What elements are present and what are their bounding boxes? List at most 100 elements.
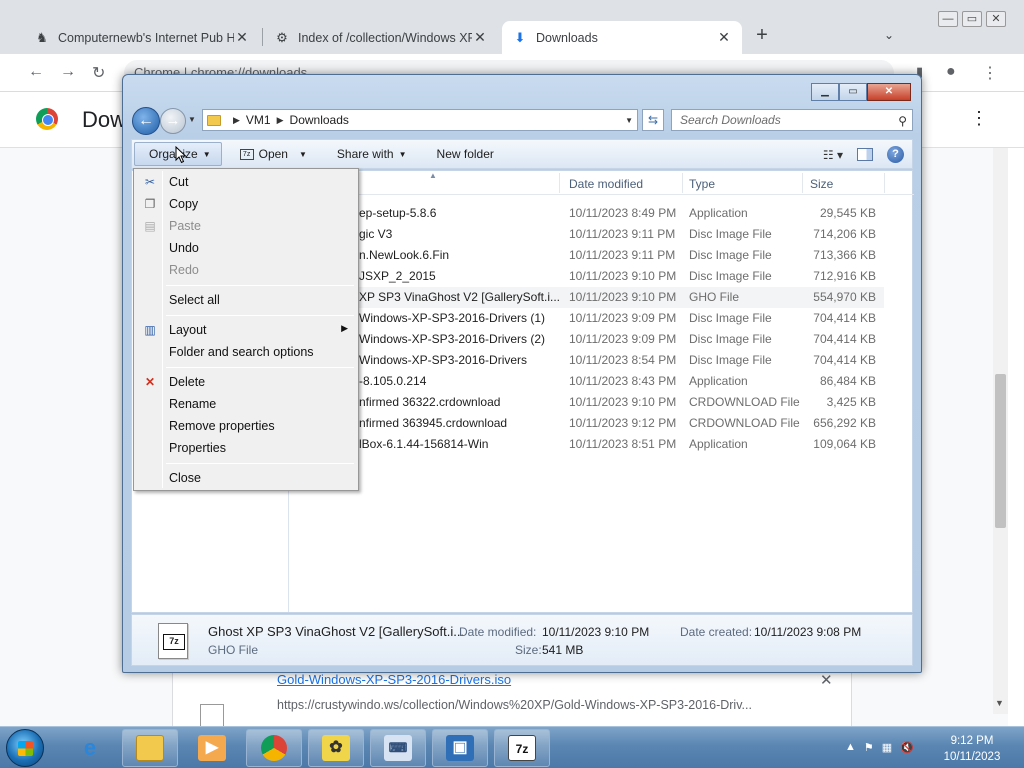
tab-downloads[interactable]: ⬇ Downloads ✕ — [502, 21, 742, 54]
close-icon[interactable]: ✕ — [867, 83, 911, 101]
preview-pane-icon[interactable] — [857, 148, 873, 161]
7zip-icon[interactable]: 7z — [494, 729, 550, 767]
column-divider[interactable] — [884, 173, 885, 193]
menu-item-cut[interactable]: ✂ Cut — [136, 171, 356, 193]
open-label: Open — [258, 147, 288, 161]
file-row-selected[interactable]: XP SP3 VinaGhost V2 [GallerySoft.i... 10… — [289, 287, 884, 308]
file-name: lBox-6.1.44-156814-Win — [359, 437, 489, 451]
menu-item-copy[interactable]: ❐ Copy — [136, 193, 356, 215]
chrome-menu-icon[interactable]: ⋮ — [982, 63, 998, 83]
clock[interactable]: 9:12 PM 10/11/2023 — [940, 733, 1004, 765]
column-divider[interactable] — [802, 173, 803, 193]
back-icon[interactable]: ← — [28, 63, 44, 81]
menu-item-properties[interactable]: Properties — [136, 437, 356, 459]
file-row[interactable]: -8.105.0.214 10/11/2023 8:43 PM Applicat… — [289, 371, 884, 392]
file-row[interactable]: Windows-XP-SP3-2016-Drivers (1) 10/11/20… — [289, 308, 884, 329]
column-type[interactable]: Type — [689, 177, 715, 191]
maximize-icon[interactable]: ▭ — [839, 83, 867, 101]
minimize-icon[interactable]: ▁ — [811, 83, 839, 101]
download-filename-link[interactable]: Gold-Windows-XP-SP3-2016-Drivers.iso — [277, 672, 511, 687]
file-name: XP SP3 VinaGhost V2 [GallerySoft.i... — [359, 290, 559, 304]
forward-icon[interactable]: → — [60, 63, 76, 81]
tab-internet-pub[interactable]: ♞ Computernewb's Internet Pub H ✕ — [24, 21, 260, 54]
menu-item-close[interactable]: Close — [136, 467, 356, 489]
file-type: GHO File — [689, 290, 740, 304]
network-icon[interactable]: ▦ — [882, 741, 892, 754]
file-row[interactable]: Windows-XP-SP3-2016-Drivers 10/11/2023 8… — [289, 350, 884, 371]
scroll-down-icon[interactable]: ▼ — [995, 698, 1004, 708]
download-source-url[interactable]: https://crustywindo.ws/collection/Window… — [277, 698, 777, 712]
address-dropdown-icon[interactable]: ▼ — [625, 116, 633, 125]
file-size: 704,414 KB — [813, 311, 876, 325]
start-button[interactable] — [6, 729, 44, 767]
action-center-icon[interactable]: ⚑ — [864, 741, 874, 754]
bee-icon[interactable]: ✿ — [308, 729, 364, 767]
chrome-icon[interactable] — [246, 729, 302, 767]
maximize-icon[interactable]: ▭ — [962, 11, 982, 27]
tab-close-icon[interactable]: ✕ — [234, 29, 250, 46]
menu-item-redo[interactable]: Redo — [136, 259, 356, 281]
file-row[interactable]: n.NewLook.6.Fin 10/11/2023 9:11 PM Disc … — [289, 245, 884, 266]
help-icon[interactable]: ? — [887, 146, 904, 163]
address-breadcrumb[interactable]: ▶ VM1 ▶ Downloads ▼ — [202, 109, 638, 131]
open-button[interactable]: 7z Open ▼ — [239, 147, 307, 161]
search-input[interactable]: Search Downloads ⚲ — [671, 109, 913, 131]
close-icon[interactable]: ✕ — [986, 11, 1006, 27]
menu-item-select-all[interactable]: Select all — [136, 289, 356, 311]
minimize-icon[interactable]: — — [938, 11, 958, 27]
column-divider[interactable] — [559, 173, 560, 193]
refresh-icon[interactable]: ⇆ — [642, 109, 664, 131]
remove-download-icon[interactable]: ✕ — [820, 671, 833, 689]
search-icon[interactable]: ⚲ — [898, 111, 907, 131]
details-size-label: Size: — [515, 643, 542, 657]
forward-button[interactable]: → — [160, 108, 186, 134]
tab-close-icon[interactable]: ✕ — [716, 29, 732, 46]
details-date-modified: 10/11/2023 9:10 PM — [542, 625, 650, 639]
virtualbox-icon[interactable]: ▣ — [432, 729, 488, 767]
file-row[interactable]: ep-setup-5.8.6 10/11/2023 8:49 PM Applic… — [289, 203, 884, 224]
new-folder-button[interactable]: New folder — [437, 147, 494, 161]
tab-search-icon[interactable]: ⌄ — [884, 28, 894, 42]
chrome-window-controls: — ▭ ✕ — [938, 11, 1006, 27]
file-explorer-icon[interactable] — [122, 729, 178, 767]
volume-muted-icon[interactable]: 🔇 — [900, 741, 914, 754]
breadcrumb-vm1[interactable]: VM1 — [246, 113, 271, 127]
organize-label: Organize — [149, 147, 198, 161]
share-with-button[interactable]: Share with ▼ — [337, 147, 407, 161]
breadcrumb-downloads[interactable]: Downloads — [290, 113, 349, 127]
profile-icon[interactable]: ● — [946, 63, 956, 81]
back-button[interactable]: ← — [132, 107, 160, 135]
menu-item-paste[interactable]: ▤ Paste — [136, 215, 356, 237]
file-row[interactable]: nfirmed 36322.crdownload 10/11/2023 9:10… — [289, 392, 884, 413]
change-view-icon[interactable]: ☷ ▾ — [823, 148, 843, 162]
column-divider[interactable] — [682, 173, 683, 193]
menu-item-folder-options[interactable]: Folder and search options — [136, 341, 356, 363]
share-with-label: Share with — [336, 147, 394, 161]
media-player-icon[interactable]: ▶ — [184, 729, 240, 767]
recent-pages-icon[interactable]: ▼ — [188, 115, 196, 124]
file-row[interactable]: Windows-XP-SP3-2016-Drivers (2) 10/11/20… — [289, 329, 884, 350]
scrollbar-thumb[interactable] — [995, 374, 1006, 528]
internet-explorer-icon[interactable]: e — [62, 729, 118, 767]
menu-item-rename[interactable]: Rename — [136, 393, 356, 415]
file-row[interactable]: gic V3 10/11/2023 9:11 PM Disc Image Fil… — [289, 224, 884, 245]
menu-item-layout[interactable]: ▥ Layout ▶ — [136, 319, 356, 341]
keyboard-icon[interactable]: ⌨ — [370, 729, 426, 767]
menu-item-delete[interactable]: ✕ Delete — [136, 371, 356, 393]
file-row[interactable]: JSXP_2_2015 10/11/2023 9:10 PM Disc Imag… — [289, 266, 884, 287]
column-date-modified[interactable]: Date modified — [569, 177, 643, 191]
file-row[interactable]: nfirmed 363945.crdownload 10/11/2023 9:1… — [289, 413, 884, 434]
file-row[interactable]: lBox-6.1.44-156814-Win 10/11/2023 8:51 P… — [289, 434, 884, 455]
tab-index-collection[interactable]: ⚙ Index of /collection/Windows XP ✕ — [264, 21, 498, 54]
menu-item-remove-properties[interactable]: Remove properties — [136, 415, 356, 437]
menu-item-undo[interactable]: Undo — [136, 237, 356, 259]
column-size[interactable]: Size — [810, 177, 833, 191]
tab-close-icon[interactable]: ✕ — [472, 29, 488, 46]
show-hidden-icons-icon[interactable]: ▲ — [845, 741, 856, 754]
more-actions-icon[interactable]: ⋮ — [970, 108, 988, 129]
breadcrumb-chevron-icon[interactable]: ▶ — [277, 115, 284, 126]
new-tab-button[interactable]: + — [752, 24, 772, 46]
reload-icon[interactable]: ↻ — [92, 63, 105, 83]
breadcrumb-chevron-icon[interactable]: ▶ — [233, 115, 240, 126]
page-scrollbar[interactable]: ▼ — [993, 148, 1008, 714]
